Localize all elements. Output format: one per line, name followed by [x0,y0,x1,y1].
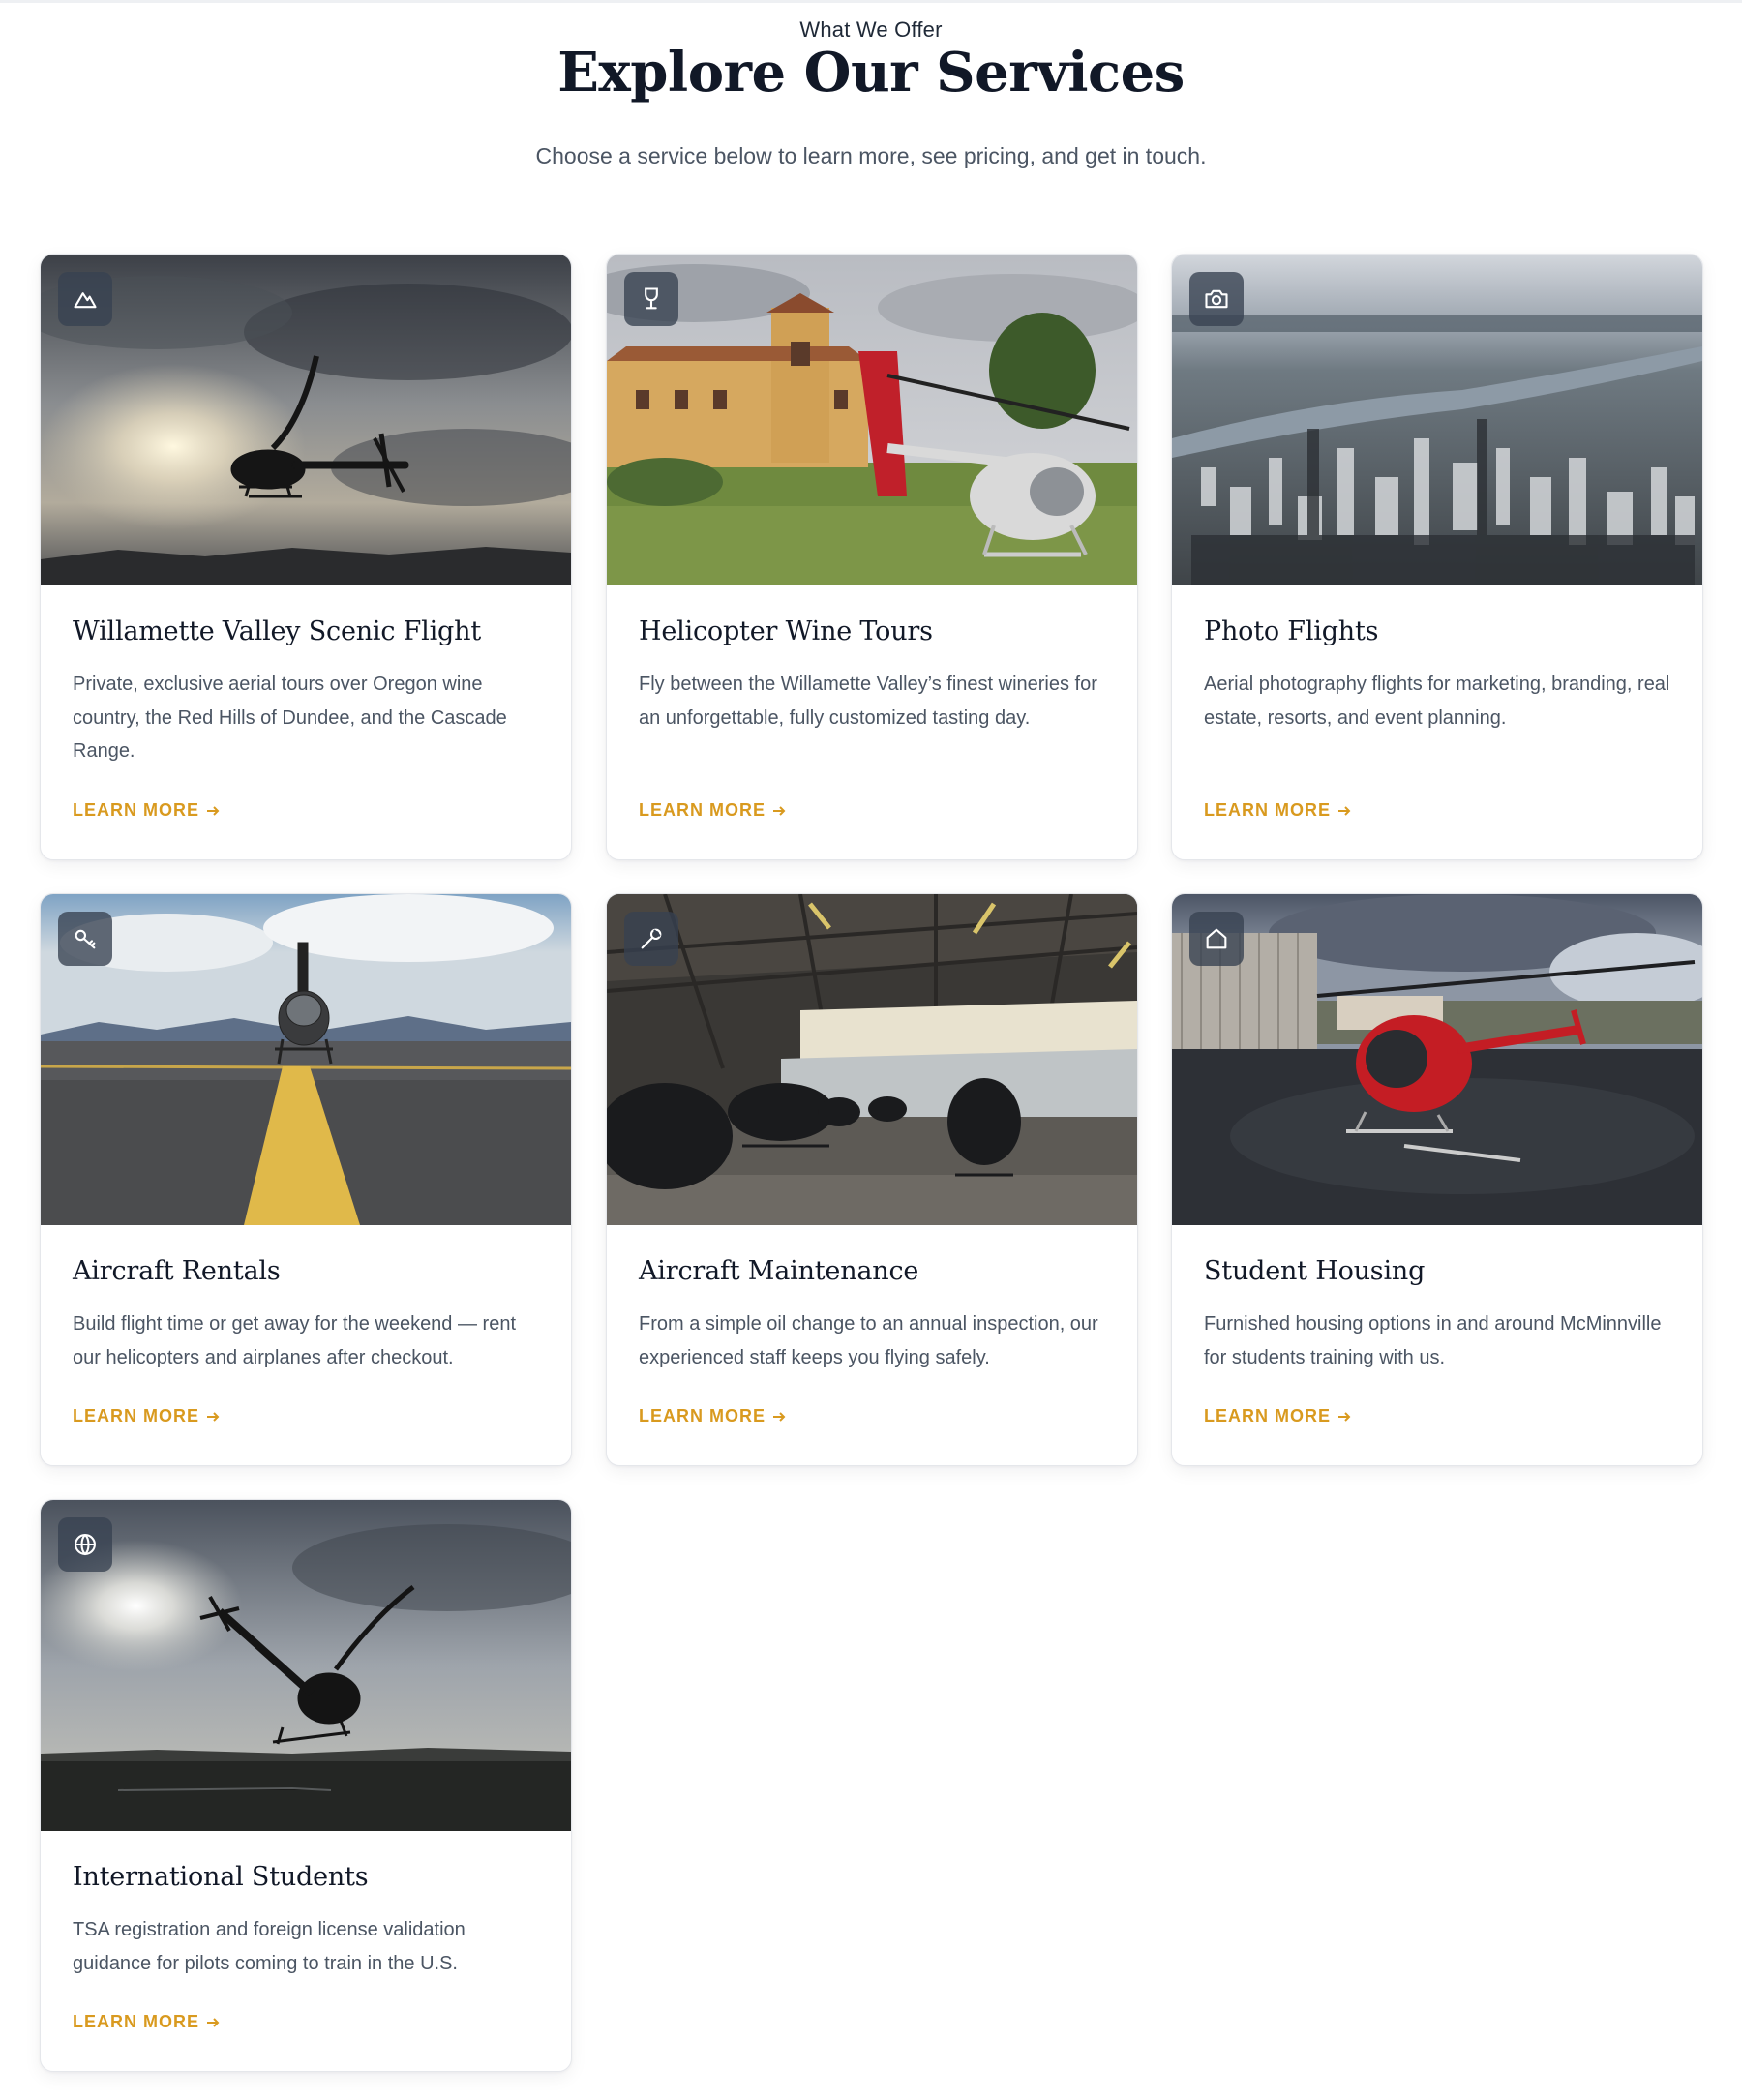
card-image [1172,894,1702,1225]
wrench-icon [641,928,662,949]
red-helicopter-photo [1172,894,1702,1225]
service-card-student-housing[interactable]: Student Housing Furnished housing option… [1171,893,1703,1466]
card-description: Private, exclusive aerial tours over Ore… [73,674,507,762]
card-title: Student Housing [1204,1256,1426,1286]
arrow-right-icon [773,1411,786,1422]
winery-helicopter-photo [607,255,1137,585]
learn-more-link[interactable]: LEARN MORE [73,1406,221,1426]
card-title: Photo Flights [1204,616,1379,646]
card-description: Furnished housing options in and around … [1204,1313,1662,1368]
learn-more-link[interactable]: LEARN MORE [1204,800,1352,821]
card-image [41,1500,571,1831]
arrow-right-icon [207,805,220,816]
card-title: Aircraft Maintenance [639,1256,919,1286]
learn-more-link[interactable]: LEARN MORE [1204,1406,1352,1426]
learn-more-label: LEARN MORE [639,800,766,820]
arrow-right-icon [773,805,786,816]
service-card-aircraft-maintenance[interactable]: Aircraft Maintenance From a simple oil c… [606,893,1138,1466]
card-description: Aerial photography flights for marketing… [1204,674,1670,729]
card-image [41,894,571,1225]
card-image [1172,255,1702,585]
aerial-city-photo [1172,255,1702,585]
learn-more-label: LEARN MORE [73,1406,199,1425]
arrow-right-icon [1338,805,1351,816]
hangar-helicopters-photo [607,894,1137,1225]
section-eyebrow: What We Offer [799,17,943,42]
camera-icon [1205,289,1228,309]
card-description: Fly between the Willamette Valley’s fine… [639,674,1097,729]
service-card-aircraft-rentals[interactable]: Aircraft Rentals Build flight time or ge… [40,893,572,1466]
helicopter-sunset-photo [41,255,571,585]
arrow-right-icon [1338,1411,1351,1422]
badge [58,912,112,966]
top-divider [0,0,1742,3]
arrow-right-icon [207,2017,220,2027]
card-image [607,894,1137,1225]
section-subtitle: Choose a service below to learn more, se… [535,143,1207,168]
learn-more-label: LEARN MORE [73,2012,199,2031]
card-image [607,255,1137,585]
card-description: Build flight time or get away for the we… [73,1313,517,1368]
runway-helicopter-photo [41,894,571,1225]
learn-more-link[interactable]: LEARN MORE [639,1406,787,1426]
home-icon [1206,928,1227,949]
card-title: Helicopter Wine Tours [639,616,933,646]
learn-more-link[interactable]: LEARN MORE [639,800,787,821]
wine-glass-icon [645,287,658,310]
badge [624,912,678,966]
card-image [41,255,571,585]
service-card-wine-tours[interactable]: Helicopter Wine Tours Fly between the Wi… [606,254,1138,860]
globe-icon [75,1534,96,1556]
card-description: From a simple oil change to an annual in… [639,1313,1098,1368]
badge [58,272,112,326]
card-title: International Students [73,1862,369,1892]
card-title: Aircraft Rentals [73,1256,281,1286]
badge [1189,912,1244,966]
learn-more-label: LEARN MORE [73,800,199,820]
service-card-photo-flights[interactable]: Photo Flights Aerial photography flights… [1171,254,1703,860]
card-description: TSA registration and foreign license val… [73,1919,466,1974]
learn-more-label: LEARN MORE [1204,1406,1331,1425]
key-icon [75,929,96,949]
service-card-international-students[interactable]: International Students TSA registration … [40,1499,572,2072]
learn-more-link[interactable]: LEARN MORE [73,2012,221,2032]
learn-more-label: LEARN MORE [1204,800,1331,820]
mountain-icon [74,292,97,309]
learn-more-label: LEARN MORE [639,1406,766,1425]
badge [58,1517,112,1572]
helicopter-field-silhouette-photo [41,1500,571,1831]
badge [1189,272,1244,326]
badge [624,272,678,326]
arrow-right-icon [207,1411,220,1422]
learn-more-link[interactable]: LEARN MORE [73,800,221,821]
card-title: Willamette Valley Scenic Flight [73,616,481,646]
page-title: Explore Our Services [557,41,1185,105]
service-card-scenic-flight[interactable]: Willamette Valley Scenic Flight Private,… [40,254,572,860]
